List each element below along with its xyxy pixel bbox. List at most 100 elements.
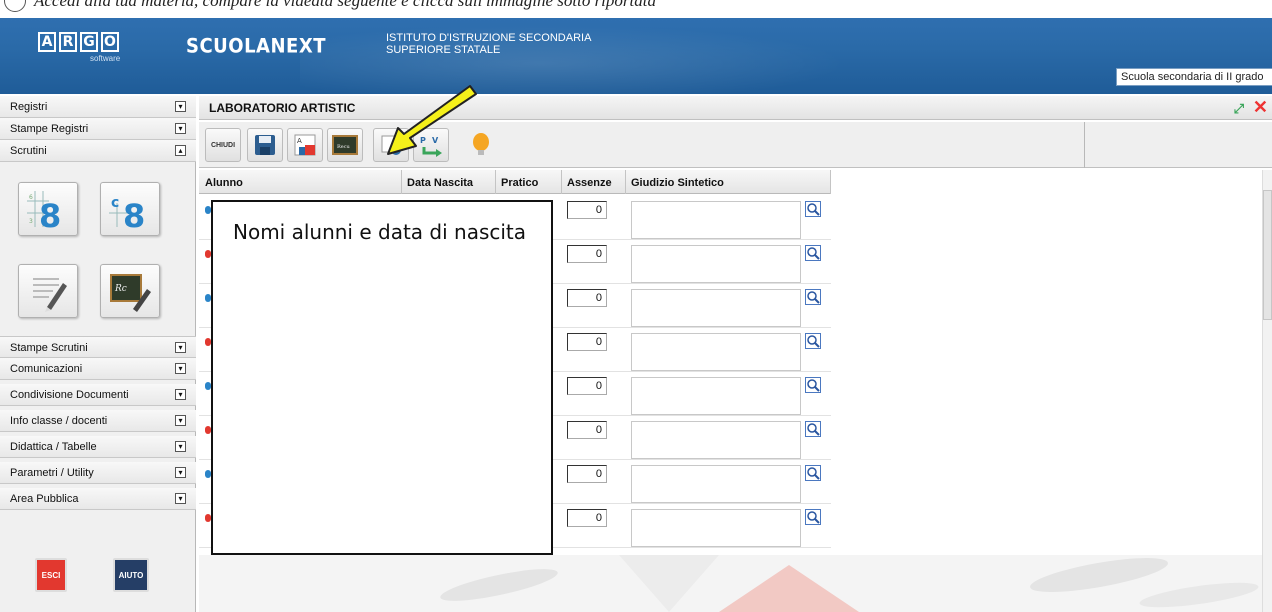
logo-letter: O — [101, 32, 119, 52]
panel-title-bar: LABORATORIO ARTISTIC ⤢ ✕ — [199, 96, 1272, 120]
sidebar-item-stampe-registri[interactable]: Stampe Registri ▾ — [0, 118, 196, 140]
logo-letter: R — [59, 32, 77, 52]
assenze-input[interactable]: 0 — [567, 465, 607, 483]
sidebar-item-label: Info classe / docenti — [10, 415, 108, 427]
svg-text:8: 8 — [39, 197, 61, 235]
assenze-input[interactable]: 0 — [567, 509, 607, 527]
callout-text: Nomi alunni e data di nascita — [233, 220, 527, 244]
search-icon[interactable] — [805, 201, 821, 217]
giudizio-input[interactable] — [631, 509, 801, 547]
sidebar-item-scrutini[interactable]: Scrutini ▴ — [0, 140, 196, 162]
sidebar-item-area-pubblica[interactable]: Area Pubblica ▾ — [0, 488, 196, 510]
search-icon[interactable] — [805, 333, 821, 349]
col-data-nascita[interactable]: Data Nascita — [407, 177, 473, 189]
sidebar-item-comunicazioni[interactable]: Comunicazioni ▾ — [0, 358, 196, 380]
giudizio-input[interactable] — [631, 201, 801, 239]
sidebar-item-label: Comunicazioni — [10, 363, 83, 375]
expand-toggle-icon[interactable]: ▾ — [175, 415, 186, 426]
close-icon[interactable]: ✕ — [1253, 97, 1268, 118]
blackboard-edit-icon: Rc — [110, 274, 151, 312]
svg-text:Recu: Recu — [337, 144, 351, 150]
giudizio-input[interactable] — [631, 289, 801, 327]
document-caption: Accedi alla tua materia, compare la vide… — [34, 0, 656, 10]
floppy-disk-icon — [255, 135, 275, 155]
sidebar-item-registri[interactable]: Registri ▾ — [0, 96, 196, 118]
toolbar-divider — [1084, 122, 1085, 168]
search-icon[interactable] — [805, 421, 821, 437]
giudizio-input[interactable] — [631, 421, 801, 459]
school-name: ISTITUTO D'ISTRUZIONE SECONDARIA SUPERIO… — [386, 32, 591, 56]
expand-toggle-icon[interactable]: ▾ — [175, 101, 186, 112]
annotation-callout: Nomi alunni e data di nascita — [211, 200, 553, 555]
grade-grid-icon: 6 3 8 — [27, 191, 61, 235]
logo-letter: G — [80, 32, 98, 52]
expand-toggle-icon[interactable]: ▾ — [175, 389, 186, 400]
edit-document-icon — [33, 278, 67, 312]
school-name-line2: SUPERIORE STATALE — [386, 44, 501, 56]
svg-text:A: A — [297, 137, 302, 145]
sidebar-item-label: Condivisione Documenti — [10, 389, 129, 401]
assenze-input[interactable]: 0 — [567, 289, 607, 307]
sidebar-item-label: Stampe Scrutini — [10, 342, 88, 354]
collapse-toggle-icon[interactable]: ▴ — [175, 145, 186, 156]
esci-button[interactable]: ESCI — [35, 558, 67, 592]
sidebar-item-didattica[interactable]: Didattica / Tabelle ▾ — [0, 436, 196, 458]
chiudi-button[interactable]: CHIUDI — [205, 128, 241, 162]
maximize-icon[interactable]: ⤢ — [1234, 101, 1244, 117]
svg-text:6: 6 — [29, 194, 33, 201]
expand-toggle-icon[interactable]: ▾ — [175, 342, 186, 353]
expand-toggle-icon[interactable]: ▾ — [175, 493, 186, 504]
col-giudizio[interactable]: Giudizio Sintetico — [631, 177, 724, 189]
panel-title: LABORATORIO ARTISTIC — [209, 101, 356, 115]
sidebar-item-label: Didattica / Tabelle — [10, 441, 97, 453]
sidebar-item-stampe-scrutini[interactable]: Stampe Scrutini ▾ — [0, 336, 196, 358]
svg-text:3: 3 — [29, 218, 33, 225]
giudizi-tile[interactable] — [18, 264, 78, 318]
giudizio-input[interactable] — [631, 333, 801, 371]
assenze-input[interactable]: 0 — [567, 377, 607, 395]
aiuto-button[interactable]: AIUTO — [113, 558, 149, 592]
search-icon[interactable] — [805, 509, 821, 525]
svg-text:Rc: Rc — [114, 284, 127, 294]
expand-toggle-icon[interactable]: ▾ — [175, 123, 186, 134]
col-pratico[interactable]: Pratico — [501, 177, 538, 189]
assenze-input[interactable]: 0 — [567, 245, 607, 263]
giudizio-input[interactable] — [631, 377, 801, 415]
sidebar-item-info-classe[interactable]: Info classe / docenti ▾ — [0, 410, 196, 432]
expand-toggle-icon[interactable]: ▾ — [175, 467, 186, 478]
voti-proposti-tile[interactable]: 6 3 8 — [18, 182, 78, 236]
assenze-input[interactable]: 0 — [567, 333, 607, 351]
annotation-arrow-icon — [387, 85, 477, 155]
registro-button[interactable]: Recu — [327, 128, 363, 162]
assenze-input[interactable]: 0 — [567, 201, 607, 219]
voti-button[interactable]: A — [287, 128, 323, 162]
sidebar-item-parametri[interactable]: Parametri / Utility ▾ — [0, 462, 196, 484]
col-assenze[interactable]: Assenze — [567, 177, 612, 189]
grid-header: Alunno Data Nascita Pratico Assenze Giud… — [199, 170, 831, 194]
expand-toggle-icon[interactable]: ▾ — [175, 363, 186, 374]
sidebar-item-condivisione-documenti[interactable]: Condivisione Documenti ▾ — [0, 384, 196, 406]
assenze-input[interactable]: 0 — [567, 421, 607, 439]
caricamento-voti-tile[interactable]: c 8 — [100, 182, 160, 236]
scrollbar-thumb[interactable] — [1263, 190, 1272, 320]
argo-logo: A R G O — [38, 32, 119, 52]
bullet-circle-icon — [4, 0, 26, 12]
school-select[interactable]: Scuola secondaria di II grado — [1116, 68, 1272, 86]
sidebar-item-label: Parametri / Utility — [10, 467, 94, 479]
sidebar-item-label: Registri — [10, 101, 48, 113]
search-icon[interactable] — [805, 289, 821, 305]
sidebar-item-label: Scrutini — [10, 145, 47, 157]
search-icon[interactable] — [805, 245, 821, 261]
logo-subtitle: software — [90, 54, 121, 63]
document-caption-strip: Accedi alla tua materia, compare la vide… — [0, 0, 1272, 18]
grade-reload-icon: c 8 — [109, 195, 145, 235]
grades-checker-icon: A — [294, 134, 316, 156]
save-button[interactable] — [247, 128, 283, 162]
registro-scrutinio-tile[interactable]: Rc — [100, 264, 160, 318]
search-icon[interactable] — [805, 377, 821, 393]
giudizio-input[interactable] — [631, 465, 801, 503]
col-alunno[interactable]: Alunno — [205, 177, 243, 189]
giudizio-input[interactable] — [631, 245, 801, 283]
expand-toggle-icon[interactable]: ▾ — [175, 441, 186, 452]
search-icon[interactable] — [805, 465, 821, 481]
